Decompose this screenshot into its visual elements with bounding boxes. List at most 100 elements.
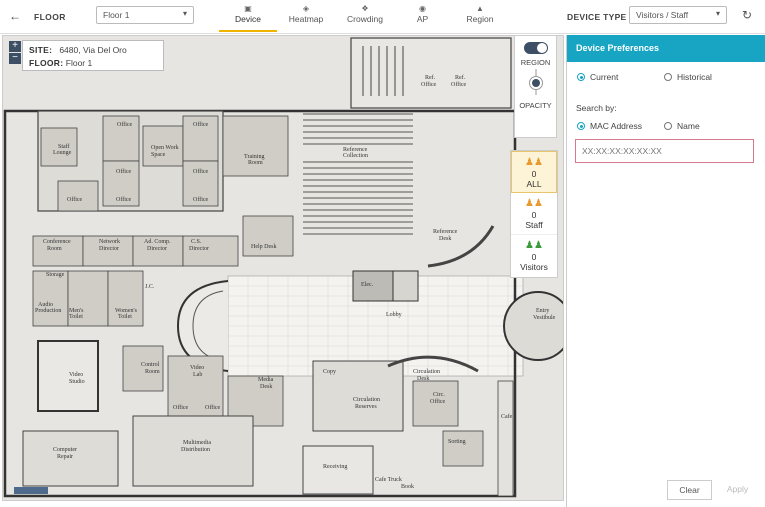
svg-text:Lounge: Lounge [53, 150, 72, 156]
search-by-label: Search by: [576, 103, 617, 113]
floor-select[interactable]: Floor 1 ▾ [96, 6, 194, 24]
refresh-icon[interactable]: ↻ [742, 8, 752, 22]
svg-text:Media: Media [258, 377, 274, 383]
prefs-title: Device Preferences [567, 35, 765, 62]
tab-device[interactable]: ▣ Device [219, 0, 277, 32]
region-label: REGION [520, 58, 551, 67]
svg-text:Cafe Truck: Cafe Truck [375, 476, 402, 483]
svg-text:Room: Room [145, 369, 160, 375]
device-type-select[interactable]: Visitors / Staff ▾ [629, 6, 727, 24]
site-label: SITE: [29, 45, 53, 55]
region-opacity-panel: REGION OPACITY [514, 35, 557, 138]
device-preferences-panel: Device Preferences Current Historical Se… [566, 35, 765, 507]
region-icon: ▲ [476, 4, 484, 13]
svg-text:Office: Office [205, 404, 221, 411]
site-value: 6480, Via Del Oro [59, 45, 127, 55]
site-info-box: SITE: 6480, Via Del Oro FLOOR: Floor 1 [22, 40, 164, 71]
svg-text:Director: Director [189, 246, 209, 252]
view-tabs: ▣ Device ◈ Heatmap ❖ Crowding ◉ AP ▲ Reg… [219, 0, 510, 33]
opacity-label: OPACITY [519, 101, 552, 110]
count-staff-label: Staff [525, 220, 543, 230]
svg-text:Entry: Entry [536, 308, 549, 314]
map-scale-bar [14, 487, 48, 494]
svg-text:Ref.: Ref. [425, 74, 436, 81]
device-type-select-value: Visitors / Staff [636, 10, 689, 20]
device-icon: ▣ [244, 4, 252, 13]
back-arrow-icon[interactable]: ← [9, 9, 21, 23]
tab-crowding-label: Crowding [347, 14, 383, 24]
svg-text:Room: Room [47, 246, 62, 252]
svg-text:Open Work: Open Work [151, 145, 179, 151]
zoom-in-button[interactable]: + [9, 41, 21, 52]
svg-text:Office: Office [430, 398, 446, 405]
svg-text:Receiving: Receiving [323, 464, 347, 470]
region-toggle[interactable] [523, 42, 548, 54]
floor-map[interactable]: Staff Lounge Office Open Work Space Office… [2, 35, 564, 501]
count-all-label: ALL [526, 179, 542, 189]
tab-crowding[interactable]: ❖ Crowding [335, 0, 395, 32]
svg-text:Video: Video [69, 372, 83, 378]
count-visitors[interactable]: ♟♟ 0 Visitors [511, 235, 557, 277]
top-toolbar: ← FLOOR Floor 1 ▾ ▣ Device ◈ Heatmap ❖ C… [0, 0, 765, 34]
svg-text:Computer: Computer [53, 447, 77, 453]
svg-text:Storage: Storage [46, 272, 65, 278]
count-visitors-label: Visitors [520, 262, 548, 272]
people-icon: ♟♟ [525, 240, 543, 251]
svg-text:C.S.: C.S. [191, 239, 202, 245]
svg-text:Reserves: Reserves [355, 404, 377, 410]
svg-text:Control: Control [141, 362, 160, 368]
svg-text:Multimedia: Multimedia [183, 440, 211, 446]
mode-historical-label: Historical [677, 72, 712, 82]
mode-historical-radio[interactable]: Historical [664, 72, 712, 82]
svg-text:Circ.: Circ. [433, 392, 445, 398]
opacity-slider-handle[interactable] [529, 77, 542, 89]
svg-text:Desk: Desk [260, 384, 272, 390]
count-staff-value: 0 [531, 210, 537, 220]
tab-ap[interactable]: ◉ AP [395, 0, 450, 32]
svg-text:Network: Network [99, 239, 120, 245]
svg-text:Office: Office [421, 81, 437, 88]
svg-text:Office: Office [116, 168, 132, 175]
svg-text:Distribution: Distribution [181, 447, 210, 453]
heatmap-icon: ◈ [302, 4, 310, 13]
apply-button[interactable]: Apply [717, 480, 758, 500]
radio-selected-icon [577, 122, 585, 130]
tab-ap-label: AP [416, 14, 429, 24]
svg-text:Help Desk: Help Desk [251, 244, 277, 250]
search-name-label: Name [677, 121, 700, 131]
count-staff[interactable]: ♟♟ 0 Staff [511, 193, 557, 235]
count-all-value: 0 [531, 169, 537, 179]
mac-address-input[interactable] [575, 139, 754, 163]
site-floor-label: FLOOR: [29, 58, 64, 68]
svg-text:Sorting: Sorting [448, 439, 466, 445]
crowding-icon: ❖ [361, 4, 369, 13]
tab-heatmap[interactable]: ◈ Heatmap [277, 0, 335, 32]
mode-current-radio[interactable]: Current [577, 72, 618, 82]
search-name-radio[interactable]: Name [664, 121, 700, 131]
count-all[interactable]: ♟♟ 0 ALL [511, 151, 557, 193]
svg-text:Office: Office [193, 168, 209, 175]
svg-text:Desk: Desk [439, 236, 451, 242]
radio-unselected-icon [664, 122, 672, 130]
opacity-slider[interactable] [529, 69, 542, 95]
wifi-icon: ◉ [419, 4, 426, 13]
radio-selected-icon [577, 73, 585, 81]
clear-button[interactable]: Clear [667, 480, 712, 500]
svg-text:Production: Production [35, 308, 61, 314]
tab-region-label: Region [466, 14, 494, 24]
svg-text:Ad. Comp.: Ad. Comp. [144, 239, 171, 245]
tab-region[interactable]: ▲ Region [450, 0, 510, 32]
svg-text:J.C.: J.C. [145, 284, 155, 290]
svg-text:Toilet: Toilet [69, 314, 83, 320]
zoom-out-button[interactable]: − [9, 53, 21, 64]
svg-text:Collection: Collection [343, 153, 368, 159]
svg-text:Office: Office [116, 196, 132, 203]
zoom-controls: + − [9, 41, 21, 65]
floor-select-value: Floor 1 [103, 10, 130, 20]
svg-text:Book: Book [401, 484, 414, 490]
search-mac-radio[interactable]: MAC Address [577, 121, 642, 131]
svg-text:Staff: Staff [58, 143, 70, 150]
svg-text:Lobby: Lobby [386, 312, 402, 318]
floor-plan-drawing: StaffLounge Office Open WorkSpace Office… [3, 36, 563, 500]
svg-text:Office: Office [117, 121, 133, 128]
